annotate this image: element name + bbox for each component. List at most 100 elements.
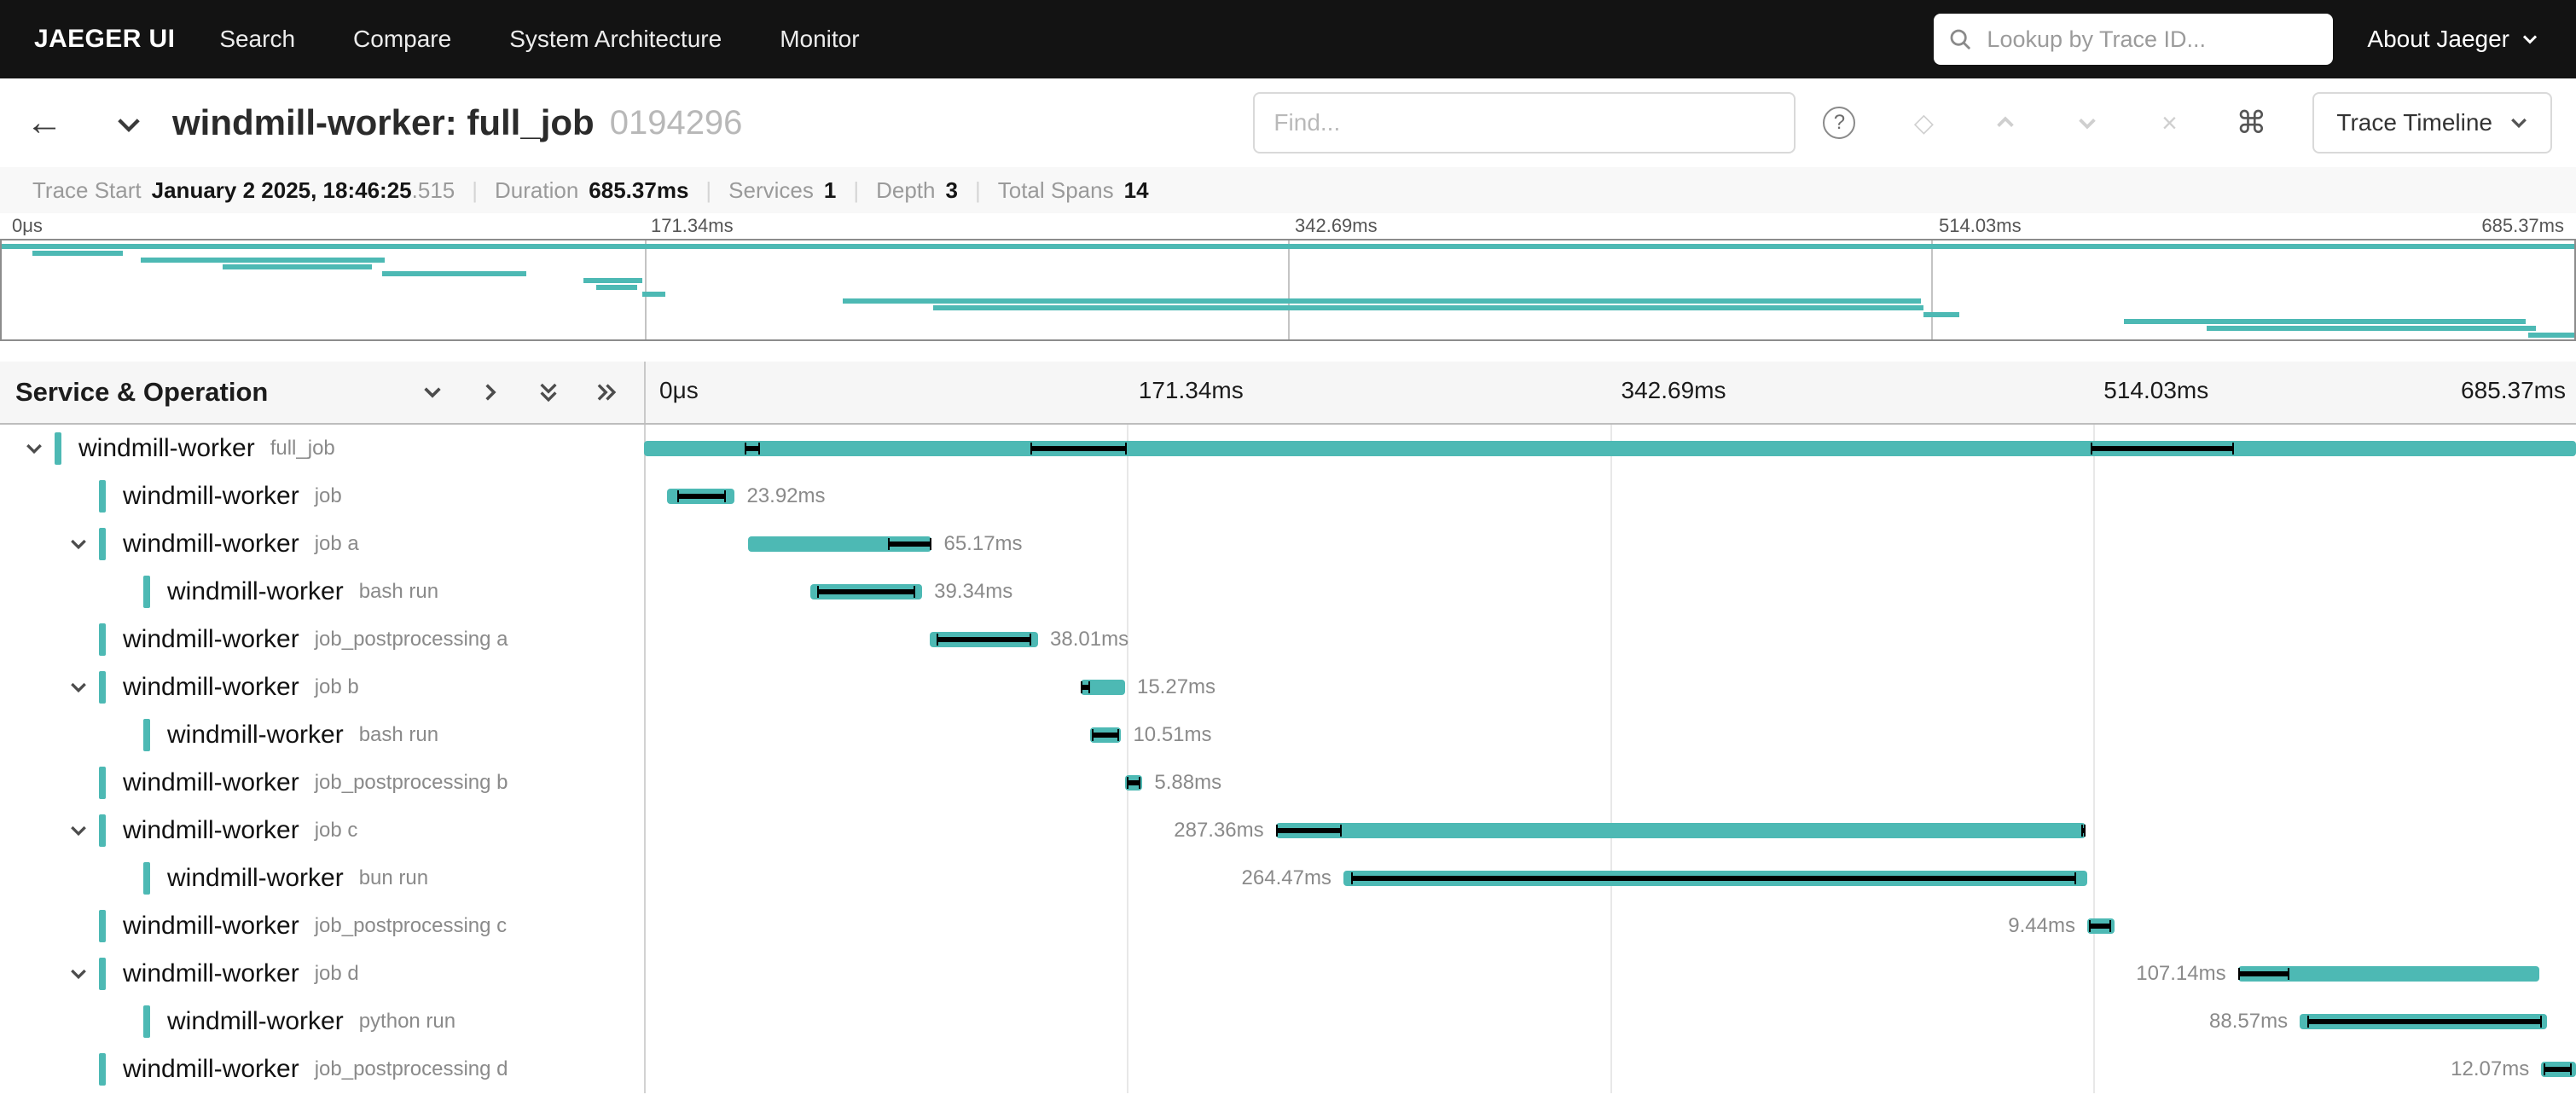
- span-bar-cell[interactable]: 107.14ms: [644, 950, 2576, 998]
- trace-id-search[interactable]: [1934, 14, 2333, 65]
- span-name-cell[interactable]: windmill-workerbash run: [0, 711, 644, 759]
- span-name-cell[interactable]: windmill-workerjob d: [0, 950, 644, 998]
- span-bar[interactable]: [1343, 871, 2087, 886]
- span-name-cell[interactable]: windmill-workerjob b: [0, 663, 644, 711]
- app-logo[interactable]: JAEGER UI: [0, 25, 219, 54]
- span-bar-cell[interactable]: 287.36ms: [644, 807, 2576, 854]
- minimap-gridline: [1931, 240, 1933, 339]
- span-bar-cell[interactable]: 65.17ms: [644, 520, 2576, 568]
- help-icon[interactable]: ?: [1823, 107, 1855, 139]
- span-bar[interactable]: [667, 489, 734, 504]
- find-input[interactable]: [1253, 92, 1796, 153]
- time-tick-label: 342.69ms: [1622, 377, 1726, 404]
- span-operation-name: job_postprocessing a: [315, 628, 508, 652]
- span-bar-cell[interactable]: 15.27ms: [644, 663, 2576, 711]
- collapse-one-chevron-down-icon[interactable]: [422, 382, 443, 403]
- span-bar[interactable]: [2087, 918, 2115, 934]
- span-duration-label: 12.07ms: [2451, 1057, 2529, 1081]
- span-name-cell[interactable]: windmill-workerjob c: [0, 807, 644, 854]
- span-operation-name: full_job: [270, 437, 335, 460]
- span-name-cell[interactable]: windmill-workerjob_postprocessing b: [0, 759, 644, 807]
- clear-find-x-icon[interactable]: ×: [2128, 107, 2210, 139]
- summary-item: Duration685.37ms: [478, 177, 705, 204]
- span-name-cell[interactable]: windmill-workerjob: [0, 472, 644, 520]
- critical-path-segment: [1092, 733, 1118, 738]
- span-color-bar: [99, 480, 106, 513]
- span-bar-cell[interactable]: 264.47ms: [644, 854, 2576, 902]
- separator: |: [975, 177, 981, 204]
- span-bar[interactable]: [2238, 966, 2539, 982]
- minimap-span: [596, 285, 637, 290]
- span-bar[interactable]: [644, 441, 2576, 456]
- span-bar-cell[interactable]: 5.88ms: [644, 759, 2576, 807]
- span-bar[interactable]: [930, 632, 1038, 647]
- span-operation-name: bun run: [359, 866, 428, 890]
- nav-item-compare[interactable]: Compare: [353, 26, 451, 53]
- back-button[interactable]: ←: [0, 101, 89, 144]
- span-operation-name: job_postprocessing d: [315, 1057, 508, 1081]
- span-bar[interactable]: [1081, 680, 1125, 695]
- span-bar[interactable]: [2300, 1014, 2547, 1029]
- span-name-cell[interactable]: windmill-workerjob_postprocessing c: [0, 902, 644, 950]
- span-bar[interactable]: [2541, 1062, 2576, 1077]
- summary-label: Trace Start: [32, 177, 142, 204]
- span-duration-label: 88.57ms: [2209, 1010, 2288, 1034]
- keyboard-shortcuts-icon[interactable]: ⌘: [2210, 105, 2292, 141]
- span-name-cell[interactable]: windmill-worker full_job: [0, 425, 644, 472]
- timeline-minimap[interactable]: [0, 239, 2576, 341]
- critical-path-segment: [2544, 1067, 2572, 1072]
- span-collapse-chevron-icon[interactable]: [14, 439, 55, 458]
- collapse-all-double-chevron-down-icon[interactable]: [538, 382, 559, 403]
- span-name-cell[interactable]: windmill-workerbash run: [0, 568, 644, 616]
- span-collapse-chevron-icon[interactable]: [58, 535, 99, 553]
- span-bar-cell[interactable]: 10.51ms: [644, 711, 2576, 759]
- focus-matches-icon[interactable]: ◇: [1883, 108, 1964, 138]
- critical-path-segment: [2081, 828, 2086, 833]
- prev-match-chevron-up-icon[interactable]: [1964, 113, 2046, 133]
- span-bar[interactable]: [810, 584, 922, 599]
- span-operation-name: job b: [315, 675, 359, 699]
- trace-id-search-input[interactable]: [1983, 25, 2318, 55]
- span-bar[interactable]: [1276, 823, 2086, 838]
- span-service-name: windmill-worker: [78, 434, 255, 463]
- minimap-span: [2124, 319, 2525, 324]
- span-name-cell[interactable]: windmill-workerjob_postprocessing d: [0, 1045, 644, 1093]
- span-bar-cell[interactable]: 12.07ms: [644, 1045, 2576, 1093]
- span-row: windmill-workerjob23.92ms: [0, 472, 2576, 520]
- span-collapse-chevron-icon[interactable]: [58, 821, 99, 840]
- expand-all-double-chevron-right-icon[interactable]: [596, 382, 617, 403]
- span-bar[interactable]: [748, 536, 931, 552]
- next-match-chevron-down-icon[interactable]: [2046, 113, 2128, 133]
- span-name-cell[interactable]: windmill-workerbun run: [0, 854, 644, 902]
- expand-one-chevron-right-icon[interactable]: [480, 382, 501, 403]
- span-name-cell[interactable]: windmill-workerjob a: [0, 520, 644, 568]
- about-jaeger-menu[interactable]: About Jaeger: [2367, 26, 2538, 53]
- span-duration-label: 287.36ms: [1174, 819, 1263, 843]
- span-bar-cell[interactable]: 38.01ms: [644, 616, 2576, 663]
- span-collapse-chevron-icon[interactable]: [58, 678, 99, 697]
- summary-value: January 2 2025, 18:46:25: [152, 177, 412, 204]
- span-bar-cell[interactable]: 23.92ms: [644, 472, 2576, 520]
- span-bar-cell[interactable]: [644, 425, 2576, 472]
- span-bar[interactable]: [1125, 775, 1142, 791]
- span-collapse-chevron-icon[interactable]: [58, 964, 99, 983]
- span-bar[interactable]: [1090, 727, 1121, 743]
- nav-item-search[interactable]: Search: [219, 26, 295, 53]
- nav-item-monitor[interactable]: Monitor: [780, 26, 859, 53]
- span-color-bar: [99, 623, 106, 656]
- trace-view-selector[interactable]: Trace Timeline: [2312, 92, 2552, 153]
- span-duration-label: 15.27ms: [1137, 675, 1215, 699]
- span-name-cell[interactable]: windmill-workerpython run: [0, 998, 644, 1045]
- time-tick-label: 0μs: [659, 377, 699, 404]
- trace-header-chevron-icon[interactable]: [116, 111, 142, 142]
- span-bar-cell[interactable]: 88.57ms: [644, 998, 2576, 1045]
- span-bar-cell[interactable]: 39.34ms: [644, 568, 2576, 616]
- time-tick-label: 685.37ms: [2481, 215, 2564, 237]
- nav-item-system-architecture[interactable]: System Architecture: [509, 26, 722, 53]
- about-jaeger-label: About Jaeger: [2367, 26, 2509, 53]
- minimap-span: [933, 305, 1923, 310]
- minimap-gridline: [645, 240, 647, 339]
- span-name-cell[interactable]: windmill-workerjob_postprocessing a: [0, 616, 644, 663]
- summary-item: Total Spans14: [981, 177, 1166, 204]
- span-bar-cell[interactable]: 9.44ms: [644, 902, 2576, 950]
